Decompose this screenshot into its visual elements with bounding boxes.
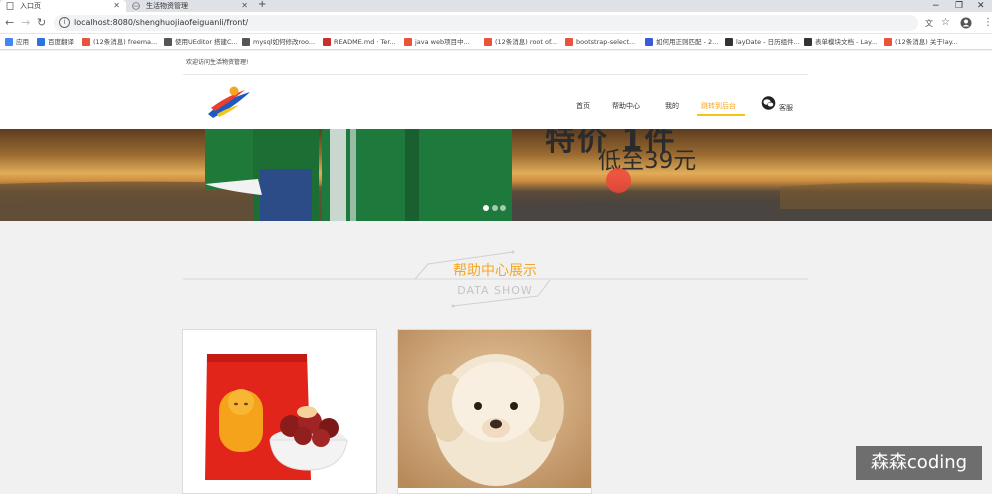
header-divider [183,74,808,75]
welcome-text: 欢迎访问生活物资管理! [186,59,249,66]
bookmark-favicon-icon [404,38,412,46]
bookmark-label: 如何用正则匹配 - 2... [656,38,719,46]
nav-admin[interactable]: 跳转到后台 [701,101,736,111]
bookmark-label: java web项目中... [415,38,470,46]
bookmark-favicon-icon [242,38,250,46]
carousel-dot[interactable] [483,205,489,211]
product-image-puppy [398,330,591,493]
bookmark-label: 表单模块文档 - Lay... [815,38,878,46]
tab-home-label: 入口页 [20,2,41,10]
globe-icon [132,2,140,10]
bookmark-item[interactable]: 百度翻译 [37,34,74,49]
bookmark-label: (12条消息) 关于lay... [895,38,958,46]
translate-icon[interactable]: 文 [925,17,933,31]
bookmark-item[interactable]: (12条消息) 关于lay... [884,34,958,49]
site-logo[interactable] [205,84,253,120]
nav-home[interactable]: 首页 [576,101,590,111]
page-icon [6,2,14,10]
bookmark-label: (12条消息) freema... [93,38,158,46]
section-subtitle: DATA SHOW [457,284,533,297]
bookmark-item[interactable]: 表单模块文档 - Lay... [804,34,878,49]
reload-icon[interactable]: ↻ [37,16,46,30]
bookmark-favicon-icon [725,38,733,46]
bookmark-label: 使用UEditor 搭建C... [175,38,238,46]
url-text[interactable]: localhost:8080/shenghuojiaofeiguanli/fro… [74,15,248,31]
bookmark-label: README.md · Ter... [334,38,396,46]
bookmark-favicon-icon [484,38,492,46]
window-close-icon[interactable]: ✕ [977,0,985,12]
close-icon[interactable]: ✕ [241,0,248,12]
product-card[interactable] [182,329,377,494]
bookmark-favicon-icon [565,38,573,46]
bookmark-item[interactable]: java web项目中... [404,34,470,49]
new-tab-button[interactable]: + [258,0,266,10]
bookmark-item[interactable]: bootstrap-select... [565,34,636,49]
bookmarks-bar: 应用 百度翻译 (12条消息) freema... 使用UEditor 搭建C... m… [0,34,992,50]
wechat-icon[interactable] [761,96,776,110]
bookmark-item[interactable]: 使用UEditor 搭建C... [164,34,238,49]
nav-active-underline [697,114,745,116]
product-image-jujube [183,330,376,493]
mouse-cursor-highlight [606,168,631,193]
tab-management[interactable]: 生活物资管理 ✕ [126,0,254,12]
forward-arrow-icon[interactable]: → [21,16,30,30]
bookmark-label: 应用 [16,38,29,46]
profile-avatar-icon[interactable] [960,17,972,29]
watermark: 森森coding [856,446,982,480]
bookmark-favicon-icon [37,38,45,46]
bookmark-item[interactable]: README.md · Ter... [323,34,396,49]
back-arrow-icon[interactable]: ← [5,16,14,30]
bookmark-favicon-icon [645,38,653,46]
promo-banner[interactable]: 特价 1件 低至39元 [0,129,992,221]
bookmark-favicon-icon [804,38,812,46]
carousel-dot[interactable] [500,205,506,211]
site-header: 欢迎访问生活物资管理! 首页 帮助中心 我的 跳转到后台 客服 [0,51,992,129]
section-title: 帮助中心展示 [453,263,537,279]
nav-help-center[interactable]: 帮助中心 [612,101,640,111]
address-toolbar: ← → ↻ i localhost:8080/shenghuojiaofeigu… [0,12,992,34]
tab-management-label: 生活物资管理 [146,2,188,10]
bookmark-label: (12条消息) root of... [495,38,557,46]
web-page: 欢迎访问生活物资管理! 首页 帮助中心 我的 跳转到后台 客服 特价 1件 低至… [0,51,992,494]
bookmark-item[interactable]: (12条消息) freema... [82,34,158,49]
star-icon[interactable]: ☆ [941,16,950,30]
bookmark-item[interactable]: mysql如何修改roo... [242,34,316,49]
bookmark-favicon-icon [884,38,892,46]
bookmark-label: 百度翻译 [48,38,74,46]
customer-service-label[interactable]: 客服 [779,103,793,113]
browser-tab-bar: 入口页 ✕ 生活物资管理 ✕ + − ❐ ✕ [0,0,992,12]
minimize-icon[interactable]: − [932,0,940,12]
nav-mine[interactable]: 我的 [665,101,679,111]
bookmark-favicon-icon [164,38,172,46]
bookmark-favicon-icon [5,38,13,46]
carousel-dot[interactable] [492,205,498,211]
tab-home[interactable]: 入口页 ✕ [0,0,126,12]
bookmark-favicon-icon [323,38,331,46]
close-icon[interactable]: ✕ [113,0,120,12]
restore-icon[interactable]: ❐ [955,0,963,12]
bookmark-label: bootstrap-select... [576,38,636,46]
bookmark-favicon-icon [82,38,90,46]
bookmark-item[interactable]: (12条消息) root of... [484,34,557,49]
product-card[interactable] [397,329,592,494]
bookmark-item[interactable]: layDate - 日历组件... [725,34,800,49]
bookmark-item[interactable]: 如何用正则匹配 - 2... [645,34,719,49]
bookmark-item[interactable]: 应用 [5,34,29,49]
bookmark-label: mysql如何修改roo... [253,38,316,46]
more-menu-icon[interactable]: ⋮ [983,16,992,30]
omnibox[interactable]: i localhost:8080/shenghuojiaofeiguanli/f… [54,15,918,31]
bookmark-label: layDate - 日历组件... [736,38,800,46]
info-icon[interactable]: i [59,17,70,28]
